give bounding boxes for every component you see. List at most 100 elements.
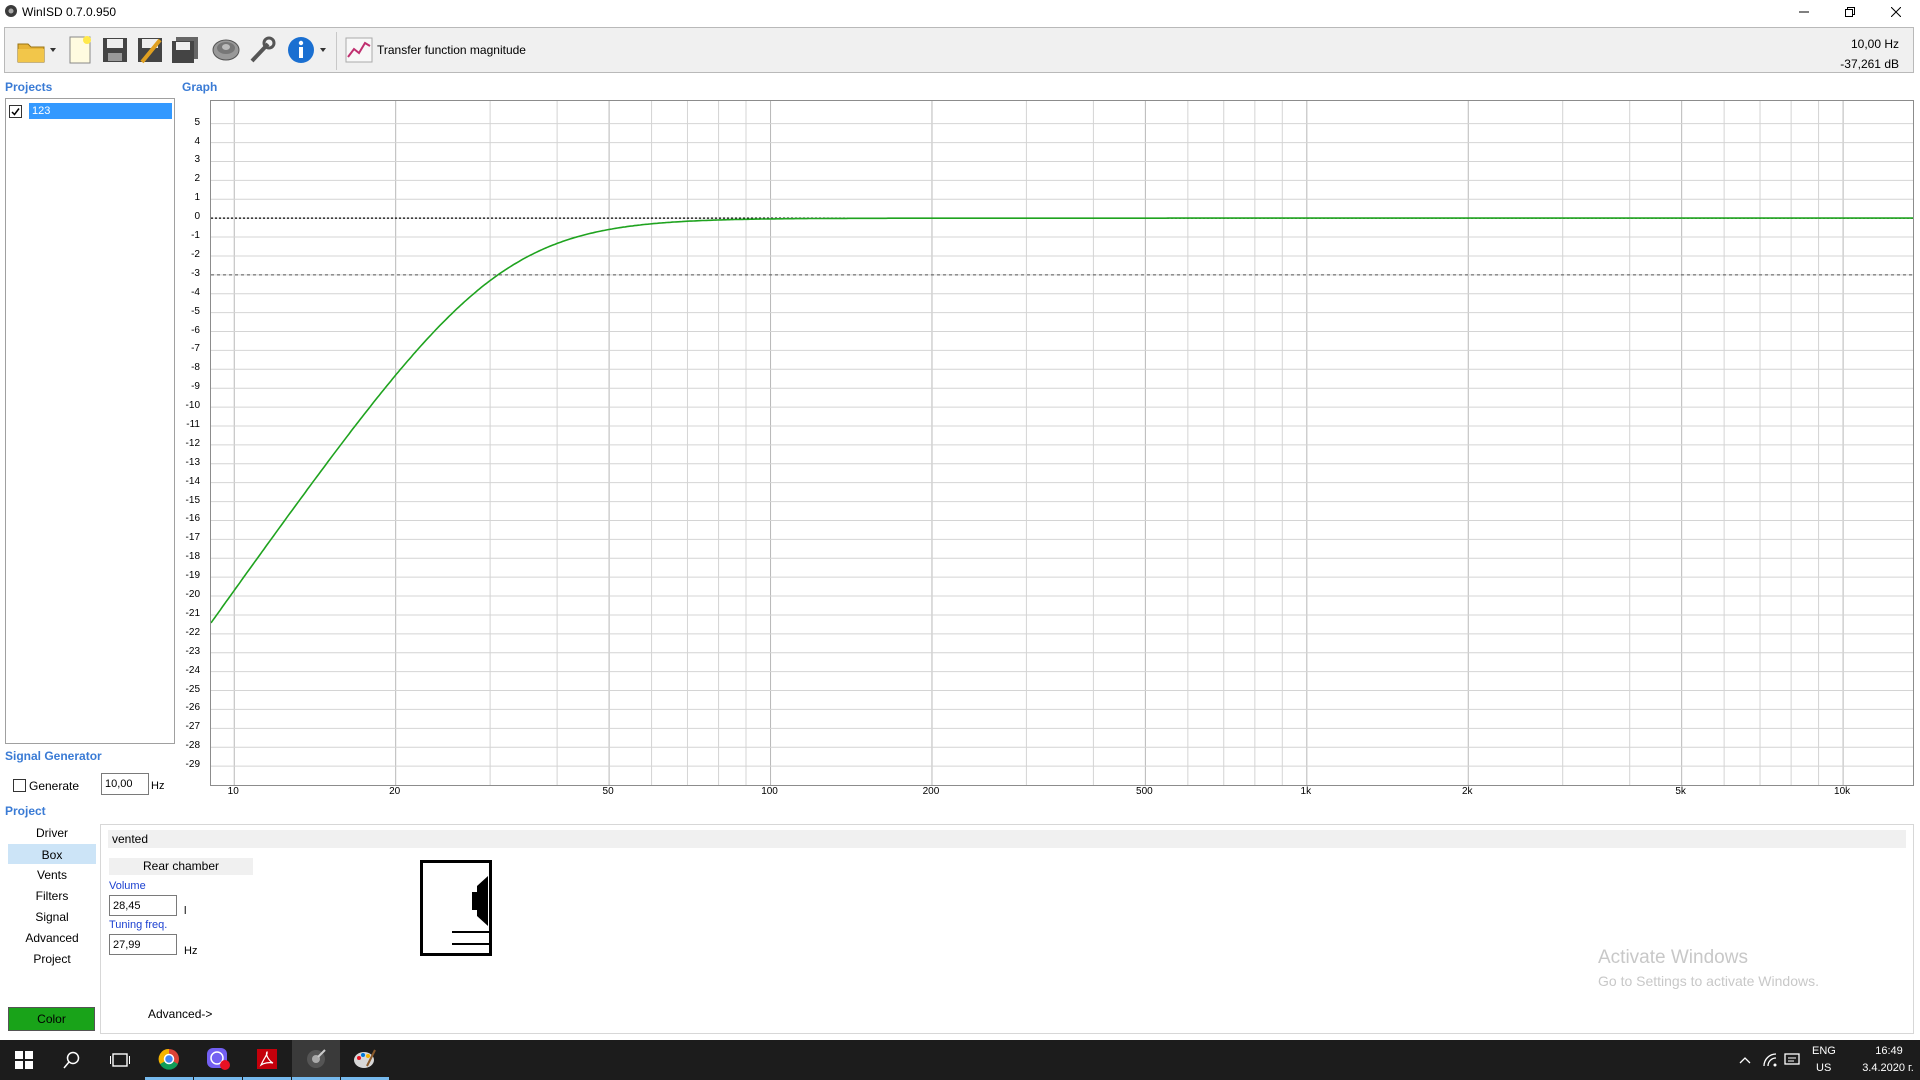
y-tick-label: -14	[185, 475, 200, 487]
nav-advanced[interactable]: Advanced	[8, 928, 96, 948]
activate-windows-subtitle: Go to Settings to activate Windows.	[1598, 973, 1819, 989]
volume-label: Volume	[109, 880, 146, 892]
region-indicator[interactable]: US	[1816, 1062, 1831, 1074]
tuning-freq-input[interactable]	[109, 934, 177, 955]
graph-plot-area[interactable]	[210, 100, 1914, 786]
x-tick-label: 5k	[1675, 786, 1686, 797]
window-title: WinISD 0.7.0.950	[22, 5, 117, 19]
project-checkbox[interactable]	[9, 105, 22, 118]
cursor-readout: 10,00 Hz -37,261 dB	[1840, 34, 1899, 74]
toolbar-separator	[336, 32, 337, 70]
volume-input[interactable]	[109, 895, 177, 916]
nav-vents[interactable]: Vents	[8, 865, 96, 885]
wrench-icon	[250, 36, 276, 63]
project-name[interactable]: 123	[29, 103, 172, 119]
box-panel	[100, 824, 1914, 1034]
y-tick-label: -12	[185, 437, 200, 449]
restore-button[interactable]	[1828, 0, 1872, 24]
graph-type-button[interactable]	[342, 33, 376, 67]
language-indicator[interactable]: ENG	[1812, 1045, 1836, 1057]
checkmark-icon	[11, 108, 20, 116]
viber-taskbar-button[interactable]	[194, 1040, 242, 1080]
y-tick-label: 4	[194, 135, 200, 147]
info-button[interactable]	[283, 33, 329, 67]
taskbar: ENG US 16:49 3.4.2020 г.	[0, 1040, 1920, 1080]
winisd-icon	[307, 1048, 326, 1068]
y-tick-label: -11	[186, 418, 200, 430]
clock-time[interactable]: 16:49	[1864, 1045, 1914, 1057]
x-tick-label: 2k	[1461, 786, 1473, 797]
windows-logo-icon	[15, 1051, 33, 1069]
tuning-freq-unit: Hz	[184, 945, 198, 957]
save-button[interactable]	[98, 33, 132, 67]
y-tick-label: -24	[185, 664, 200, 676]
y-tick-label: -27	[185, 721, 200, 733]
y-tick-label: -29	[185, 759, 200, 771]
nav-driver[interactable]: Driver	[8, 823, 96, 843]
new-project-button[interactable]	[63, 33, 97, 67]
close-icon	[1891, 7, 1901, 17]
tools-button[interactable]	[245, 33, 279, 67]
toolbar: Transfer function magnitude 10,00 Hz -37…	[4, 27, 1914, 73]
x-tick-label: 1k	[1300, 786, 1312, 797]
close-button[interactable]	[1874, 0, 1918, 24]
signal-frequency-unit: Hz	[151, 780, 165, 792]
vented-box-diagram	[420, 860, 492, 956]
x-tick-label: 100	[761, 786, 778, 797]
save-all-button[interactable]	[168, 33, 202, 67]
nav-filters[interactable]: Filters	[8, 886, 96, 906]
viber-icon	[207, 1047, 230, 1070]
notification-message-icon[interactable]	[1784, 1052, 1800, 1068]
chrome-taskbar-button[interactable]	[145, 1040, 193, 1080]
nav-signal[interactable]: Signal	[8, 907, 96, 927]
new-document-icon	[69, 36, 91, 64]
save-icon	[103, 38, 127, 62]
y-tick-label: -20	[185, 589, 200, 601]
project-list-item[interactable]: 123	[9, 103, 172, 119]
readout-db: -37,261 dB	[1840, 57, 1899, 71]
task-view-button[interactable]	[96, 1040, 144, 1080]
tuning-freq-label: Tuning freq.	[109, 919, 168, 931]
network-icon[interactable]	[1762, 1052, 1778, 1068]
minimize-button[interactable]	[1782, 0, 1826, 24]
y-tick-label: -8	[191, 362, 200, 374]
driver-editor-button[interactable]	[209, 33, 243, 67]
y-tick-label: -23	[185, 645, 200, 657]
signal-frequency-input[interactable]	[101, 773, 149, 795]
graph-type-label[interactable]: Transfer function magnitude	[377, 43, 526, 57]
y-tick-label: -28	[185, 740, 200, 752]
open-project-button[interactable]	[13, 33, 59, 67]
box-type-label: vented	[112, 832, 149, 846]
y-tick-label: -9	[191, 381, 200, 393]
y-tick-label: 0	[194, 211, 200, 223]
y-tick-label: -22	[185, 626, 200, 638]
title-bar: WinISD 0.7.0.950	[0, 0, 1920, 24]
nav-project[interactable]: Project	[8, 949, 96, 969]
response-curve	[211, 217, 1913, 624]
chevron-up-icon[interactable]	[1739, 1055, 1751, 1065]
y-tick-label: -21	[185, 607, 200, 619]
x-tick-label: 50	[602, 786, 614, 797]
graph-chart-icon	[345, 37, 373, 63]
transfer-function-graph	[211, 101, 1913, 785]
search-icon	[63, 1051, 80, 1069]
clock-date[interactable]: 3.4.2020 г.	[1856, 1062, 1920, 1074]
y-tick-label: 2	[194, 173, 200, 185]
generate-checkbox[interactable]	[13, 779, 26, 792]
box-type-bar[interactable]: vented	[108, 830, 1906, 848]
acrobat-taskbar-button[interactable]	[243, 1040, 291, 1080]
winisd-taskbar-button[interactable]	[292, 1040, 340, 1080]
search-button[interactable]	[48, 1040, 96, 1080]
project-list[interactable]: 123	[5, 98, 175, 744]
y-tick-label: -4	[191, 286, 200, 298]
task-view-icon	[110, 1053, 130, 1067]
info-icon	[288, 37, 326, 63]
paint-taskbar-button[interactable]	[341, 1040, 389, 1080]
color-button[interactable]: Color	[8, 1007, 95, 1031]
y-tick-label: -2	[191, 248, 200, 260]
start-button[interactable]	[0, 1040, 48, 1080]
save-as-button[interactable]	[133, 33, 167, 67]
advanced-link[interactable]: Advanced->	[148, 1007, 212, 1021]
nav-box[interactable]: Box	[8, 844, 96, 864]
volume-unit: l	[184, 905, 187, 917]
